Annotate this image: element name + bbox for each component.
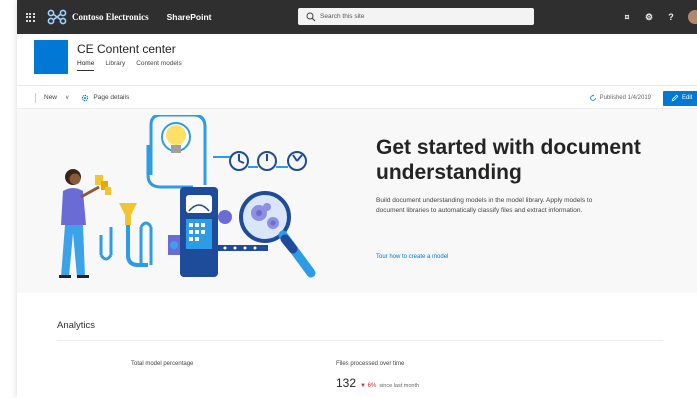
total-model-percentage-label: Total model percentage bbox=[131, 361, 194, 367]
new-label: New bbox=[44, 94, 58, 101]
nav-item-home[interactable]: Home bbox=[77, 60, 95, 71]
suite-actions: ¤ ⚙ ? bbox=[616, 0, 697, 34]
document-understanding-illustration bbox=[59, 115, 316, 278]
site-title[interactable]: CE Content center bbox=[77, 42, 176, 56]
search-placeholder: Search this site bbox=[320, 13, 365, 20]
files-processed-metric: 132 ▼ 6% since last month bbox=[336, 376, 419, 390]
nav-item-library[interactable]: Library bbox=[105, 60, 125, 71]
edit-label: Edit bbox=[682, 95, 693, 101]
notifications-icon[interactable]: ¤ bbox=[616, 0, 638, 34]
hero-description: Build document understanding models in t… bbox=[376, 197, 593, 214]
nav-item-content-models[interactable]: Content models bbox=[136, 60, 182, 71]
person-illustration bbox=[59, 169, 111, 278]
avatar[interactable] bbox=[688, 10, 697, 24]
suite-bar: Contoso Electronics SharePoint Search th… bbox=[17, 0, 697, 34]
trend-note: since last month bbox=[379, 383, 420, 389]
search-icon bbox=[306, 12, 316, 21]
waffle-icon[interactable] bbox=[17, 0, 43, 34]
trend-down-indicator: ▼ 6% bbox=[360, 383, 377, 389]
divider bbox=[57, 340, 663, 341]
search-input[interactable]: Search this site bbox=[298, 8, 534, 25]
chevron-down-icon: ∨ bbox=[65, 95, 70, 101]
files-processed-label: Files processed over time bbox=[336, 361, 405, 367]
site-nav: Home Library Content models bbox=[77, 60, 193, 71]
settings-icon[interactable]: ⚙ bbox=[638, 0, 660, 34]
tour-link[interactable]: Tour how to create a model bbox=[376, 254, 448, 260]
analytics-title: Analytics bbox=[57, 320, 96, 331]
command-bar-right: Published 1/4/2019 Edit bbox=[589, 87, 697, 109]
help-icon[interactable]: ? bbox=[660, 0, 682, 34]
files-processed-value: 132 bbox=[336, 376, 357, 390]
gear-icon bbox=[82, 94, 89, 101]
published-status: Published 1/4/2019 bbox=[589, 94, 651, 102]
pencil-icon bbox=[671, 94, 679, 102]
contoso-logo-icon bbox=[47, 9, 67, 25]
app-name[interactable]: SharePoint bbox=[167, 12, 212, 22]
publish-status-icon bbox=[589, 94, 596, 101]
hero-title: Get started with document understanding bbox=[376, 136, 641, 184]
new-button[interactable]: New ∨ bbox=[35, 92, 70, 103]
divider bbox=[35, 92, 36, 103]
page-details-button[interactable]: Page details bbox=[81, 94, 129, 102]
browser-frame: Contoso Electronics SharePoint Search th… bbox=[17, 0, 697, 398]
site-header: CE Content center Home Library Content m… bbox=[17, 34, 697, 86]
published-label: Published 1/4/2019 bbox=[599, 95, 651, 101]
brand-name[interactable]: Contoso Electronics bbox=[72, 12, 149, 22]
page-details-label: Page details bbox=[93, 94, 130, 101]
hero-section: Get started with document understanding … bbox=[17, 109, 697, 293]
edit-button[interactable]: Edit bbox=[663, 90, 697, 106]
command-bar: New ∨ Page details Published 1/4/2019 Ed… bbox=[17, 87, 697, 109]
site-logo[interactable] bbox=[34, 40, 68, 74]
